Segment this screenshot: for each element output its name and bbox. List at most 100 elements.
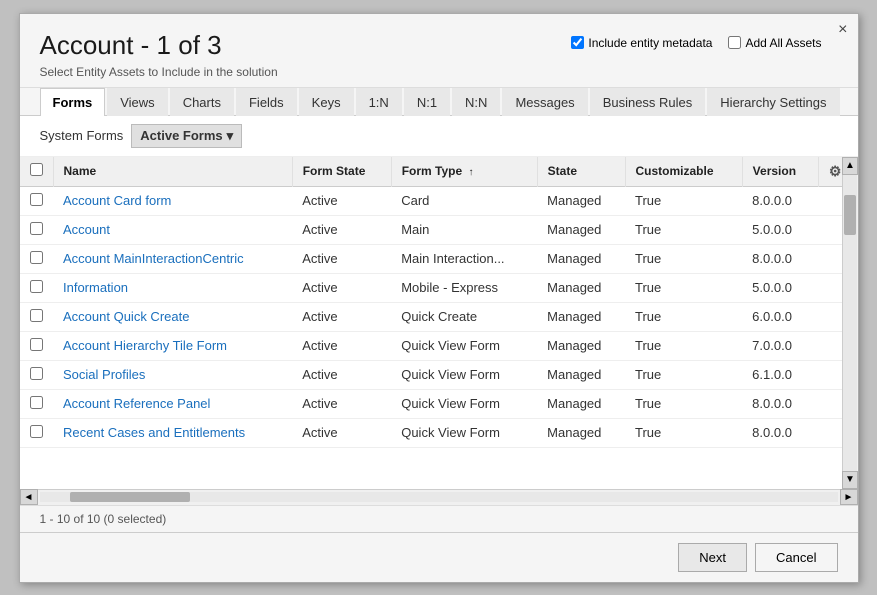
tab-forms[interactable]: Forms (40, 88, 106, 116)
row-customizable: True (625, 302, 742, 331)
table-header-row: Name Form State Form Type ↑ State Custom… (20, 157, 858, 187)
select-all-checkbox[interactable] (30, 163, 43, 176)
row-checkbox[interactable] (30, 280, 43, 293)
row-form-state: Active (292, 186, 391, 215)
row-form-type: Quick View Form (391, 418, 537, 447)
row-form-state: Active (292, 360, 391, 389)
dialog-header: Account - 1 of 3 Select Entity Assets to… (20, 14, 858, 88)
tab-views[interactable]: Views (107, 88, 167, 116)
tab-keys[interactable]: Keys (299, 88, 354, 116)
row-state: Managed (537, 215, 625, 244)
row-checkbox-cell (20, 331, 54, 360)
vertical-scrollbar[interactable]: ▲ ▼ (842, 157, 858, 489)
add-all-assets-option[interactable]: Add All Assets (728, 36, 821, 50)
row-form-state: Active (292, 244, 391, 273)
close-button[interactable]: × (838, 22, 847, 38)
tab-nn[interactable]: N:N (452, 88, 500, 116)
subheader: System Forms Active Forms ▾ (20, 116, 858, 157)
row-name-link[interactable]: Recent Cases and Entitlements (63, 425, 245, 440)
row-customizable: True (625, 186, 742, 215)
row-checkbox[interactable] (30, 338, 43, 351)
row-form-type: Main (391, 215, 537, 244)
row-form-state: Active (292, 331, 391, 360)
row-form-state: Active (292, 215, 391, 244)
table-row: InformationActiveMobile - ExpressManaged… (20, 273, 858, 302)
row-name-cell: Account MainInteractionCentric (53, 244, 292, 273)
horizontal-scrollbar[interactable]: ◄ ► (20, 489, 858, 505)
row-version: 8.0.0.0 (742, 186, 818, 215)
row-form-type: Quick View Form (391, 389, 537, 418)
row-state: Managed (537, 389, 625, 418)
table-row: Recent Cases and Entitlements ActiveQuick… (20, 418, 858, 447)
row-form-state: Active (292, 302, 391, 331)
table-row: Account Card formActiveCardManagedTrue8.… (20, 186, 858, 215)
footer-info: 1 - 10 of 10 (0 selected) (20, 505, 858, 532)
row-name-link[interactable]: Account Quick Create (63, 309, 189, 324)
row-name-cell: Social Profiles (53, 360, 292, 389)
active-forms-dropdown[interactable]: Active Forms ▾ (131, 124, 242, 148)
tab-messages[interactable]: Messages (502, 88, 587, 116)
tab-business_rules[interactable]: Business Rules (590, 88, 706, 116)
row-checkbox[interactable] (30, 309, 43, 322)
scroll-down-button[interactable]: ▼ (842, 471, 858, 489)
scroll-track (843, 175, 857, 471)
row-name-cell: Account Reference Panel (53, 389, 292, 418)
dropdown-chevron-icon: ▾ (227, 128, 234, 144)
row-name-link[interactable]: Account Reference Panel (63, 396, 210, 411)
horiz-scroll-thumb[interactable] (70, 492, 190, 502)
col-checkbox (20, 157, 54, 187)
row-checkbox[interactable] (30, 396, 43, 409)
include-metadata-option[interactable]: Include entity metadata (571, 36, 712, 50)
table-scroll-area[interactable]: Name Form State Form Type ↑ State Custom… (20, 157, 858, 489)
next-button[interactable]: Next (678, 543, 747, 572)
row-checkbox-cell (20, 389, 54, 418)
row-name-link[interactable]: Account (63, 222, 110, 237)
row-checkbox-cell (20, 302, 54, 331)
row-checkbox[interactable] (30, 222, 43, 235)
cancel-button[interactable]: Cancel (755, 543, 837, 572)
scroll-thumb[interactable] (844, 195, 856, 235)
row-name-link[interactable]: Account MainInteractionCentric (63, 251, 244, 266)
row-form-state: Active (292, 418, 391, 447)
row-state: Managed (537, 360, 625, 389)
row-version: 8.0.0.0 (742, 389, 818, 418)
row-customizable: True (625, 215, 742, 244)
row-form-type: Quick Create (391, 302, 537, 331)
row-form-type: Mobile - Express (391, 273, 537, 302)
dialog-options: Include entity metadata Add All Assets (571, 36, 821, 50)
tab-hierarchy_settings[interactable]: Hierarchy Settings (707, 88, 839, 116)
row-form-type: Quick View Form (391, 360, 537, 389)
row-checkbox[interactable] (30, 367, 43, 380)
row-checkbox[interactable] (30, 425, 43, 438)
include-metadata-checkbox[interactable] (571, 36, 584, 49)
scroll-left-button[interactable]: ◄ (20, 489, 38, 505)
row-form-type: Main Interaction... (391, 244, 537, 273)
row-checkbox-cell (20, 360, 54, 389)
gear-icon: ⚙ (829, 163, 842, 179)
row-checkbox-cell (20, 215, 54, 244)
row-version: 8.0.0.0 (742, 244, 818, 273)
row-checkbox[interactable] (30, 193, 43, 206)
table-row: Account MainInteractionCentric ActiveMain… (20, 244, 858, 273)
row-customizable: True (625, 331, 742, 360)
col-customizable: Customizable (625, 157, 742, 187)
row-name-link[interactable]: Information (63, 280, 128, 295)
row-version: 5.0.0.0 (742, 273, 818, 302)
col-form-state: Form State (292, 157, 391, 187)
row-version: 6.0.0.0 (742, 302, 818, 331)
tab-1n[interactable]: 1:N (356, 88, 402, 116)
row-checkbox[interactable] (30, 251, 43, 264)
row-name-link[interactable]: Social Profiles (63, 367, 145, 382)
tab-n1[interactable]: N:1 (404, 88, 450, 116)
tab-fields[interactable]: Fields (236, 88, 297, 116)
row-name-link[interactable]: Account Hierarchy Tile Form (63, 338, 227, 353)
add-all-assets-checkbox[interactable] (728, 36, 741, 49)
col-form-type[interactable]: Form Type ↑ (391, 157, 537, 187)
scroll-right-button[interactable]: ► (840, 489, 858, 505)
row-name-link[interactable]: Account Card form (63, 193, 171, 208)
row-name-cell: Recent Cases and Entitlements (53, 418, 292, 447)
scroll-up-button[interactable]: ▲ (842, 157, 858, 175)
tab-charts[interactable]: Charts (170, 88, 234, 116)
row-checkbox-cell (20, 418, 54, 447)
col-name: Name (53, 157, 292, 187)
